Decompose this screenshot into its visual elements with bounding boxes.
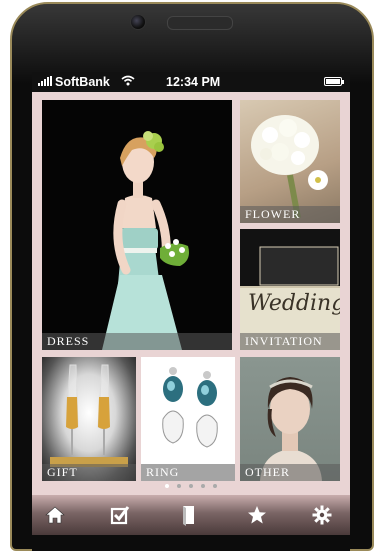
page-dot[interactable] [177, 484, 181, 488]
signal-strength-icon [38, 76, 52, 86]
screen-bottom-edge [32, 535, 350, 551]
category-tile-invitation[interactable]: Wedding INVITATION [240, 229, 340, 350]
page-indicator[interactable] [32, 484, 350, 492]
book-icon [183, 506, 194, 526]
bouquet-photo [251, 115, 328, 219]
checkbox-icon [110, 506, 130, 525]
carrier-name: SoftBank [55, 75, 110, 89]
star-icon [248, 506, 266, 524]
invitation-photo [240, 229, 340, 350]
gear-icon [312, 505, 332, 525]
tile-label-dress: DRESS [42, 333, 232, 350]
champagne-glasses-photo [50, 364, 128, 467]
category-tile-other[interactable]: OTHER [240, 357, 340, 481]
status-bar: SoftBank 12:34 PM [32, 72, 350, 92]
tile-label-ring: RING [141, 464, 235, 481]
tab-settings[interactable] [302, 495, 342, 535]
tile-label-invitation: INVITATION [240, 333, 340, 350]
headpiece-model-photo [260, 377, 322, 481]
page-dot[interactable] [165, 484, 169, 488]
tab-bar [32, 495, 350, 535]
tab-home[interactable] [35, 495, 75, 535]
page-dot[interactable] [201, 484, 205, 488]
home-icon [45, 506, 65, 524]
tile-label-gift: GIFT [42, 464, 136, 481]
tab-book[interactable] [169, 495, 209, 535]
category-tile-ring[interactable]: RING [141, 357, 235, 481]
page-dot[interactable] [213, 484, 217, 488]
app-screen: SoftBank 12:34 PM DRESS FLOWER Wedding I… [32, 72, 350, 551]
category-tile-gift[interactable]: GIFT [42, 357, 136, 481]
bride-photo [42, 100, 232, 350]
earpiece-speaker [167, 16, 233, 30]
invitation-card-script: Wedding [248, 291, 340, 316]
earrings-photo [162, 367, 218, 448]
tile-label-flower: FLOWER [240, 206, 340, 223]
battery-icon [324, 77, 344, 86]
wifi-icon [121, 75, 135, 89]
front-camera [130, 14, 146, 30]
category-tile-dress[interactable]: DRESS [42, 100, 232, 350]
tab-checklist[interactable] [100, 495, 140, 535]
category-tile-flower[interactable]: FLOWER [240, 100, 340, 223]
clock-time: 12:34 PM [166, 75, 221, 89]
tab-favorites[interactable] [237, 495, 277, 535]
tile-label-other: OTHER [240, 464, 340, 481]
page-dot[interactable] [189, 484, 193, 488]
